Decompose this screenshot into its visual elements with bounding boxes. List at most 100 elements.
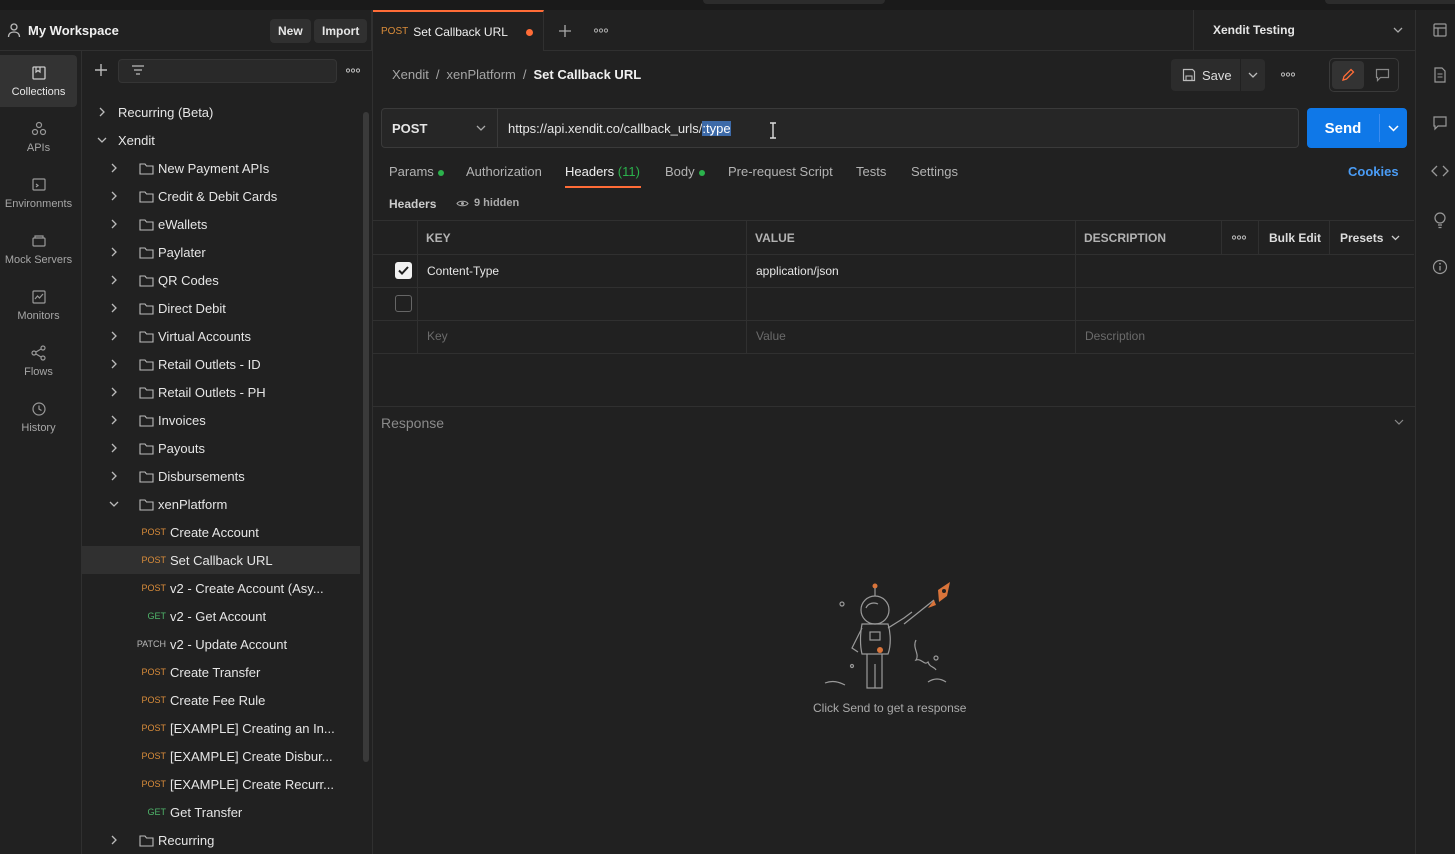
tree-folder-item[interactable]: Recurring [82,826,360,854]
new-description-input[interactable]: Description [1085,329,1145,343]
tab-authorization[interactable]: Authorization [466,164,542,179]
cookies-link[interactable]: Cookies [1348,164,1399,179]
rail-environments[interactable]: Environments [0,167,77,219]
chevron-right-icon[interactable] [109,415,119,425]
rail-history[interactable]: History [0,391,77,443]
chevron-right-icon[interactable] [109,303,119,313]
chevron-right-icon[interactable] [109,191,119,201]
tree-request-item[interactable]: GET Get Transfer [82,798,360,826]
chevron-right-icon[interactable] [109,359,119,369]
sidebar-divider[interactable] [372,10,373,854]
tree-folder-item[interactable]: Virtual Accounts [82,322,360,350]
method-select[interactable]: POST [382,109,498,147]
new-key-input[interactable]: Key [427,329,448,343]
filter-input[interactable] [118,59,337,83]
tree-folder-item[interactable]: xenPlatform [82,490,360,518]
tab-settings[interactable]: Settings [911,164,958,179]
response-divider[interactable] [373,406,1415,407]
tree-request-item[interactable]: POST [EXAMPLE] Create Recurr... [82,770,360,798]
tree-request-item[interactable]: GET v2 - Get Account [82,602,360,630]
tree-request-item[interactable]: PATCH v2 - Update Account [82,630,360,658]
tree-request-item[interactable]: POST [EXAMPLE] Creating an In... [82,714,360,742]
chevron-right-icon[interactable] [109,163,119,173]
breadcrumb-xenplatform[interactable]: xenPlatform [447,67,516,82]
tree-request-item[interactable]: POST Create Transfer [82,658,360,686]
row-1-key[interactable]: Content-Type [427,264,499,278]
chevron-right-icon[interactable] [109,471,119,481]
chevron-right-icon[interactable] [109,443,119,453]
chevron-right-icon[interactable] [109,219,119,229]
tree-folder-item[interactable]: Payouts [82,434,360,462]
chevron-right-icon[interactable] [97,107,107,117]
chevron-right-icon[interactable] [109,275,119,285]
send-button[interactable]: Send [1307,108,1379,148]
user-icon[interactable] [6,22,22,38]
tree-folder-item[interactable]: Invoices [82,406,360,434]
save-dropdown[interactable] [1241,59,1265,91]
send-dropdown[interactable] [1380,108,1407,148]
bulk-edit-button[interactable]: Bulk Edit [1269,231,1321,245]
tree-collection-item[interactable]: Xendit [82,126,360,154]
tree-request-item[interactable]: POST v2 - Create Account (Asy... [82,574,360,602]
tree-folder-item[interactable]: QR Codes [82,266,360,294]
rail-collections[interactable]: Collections [0,55,77,107]
tree-request-item[interactable]: POST [EXAMPLE] Create Disbur... [82,742,360,770]
row-1-checkbox[interactable] [395,262,412,279]
tree-folder-item[interactable]: Credit & Debit Cards [82,182,360,210]
documentation-icon[interactable] [1433,67,1447,83]
response-collapse-icon[interactable] [1394,419,1404,425]
tab-params[interactable]: Params [389,164,444,179]
code-icon[interactable] [1431,164,1449,178]
tree-request-item[interactable]: POST Set Callback URL [82,546,360,574]
tab-pre-request-script[interactable]: Pre-request Script [728,164,833,179]
rail-flows[interactable]: Flows [0,335,77,387]
tree-folder-item[interactable]: Retail Outlets - ID [82,350,360,378]
breadcrumb-current[interactable]: Set Callback URL [534,67,642,82]
request-more-icon[interactable] [1281,72,1295,77]
tree-folder-item[interactable]: eWallets [82,210,360,238]
row-1-value[interactable]: application/json [756,264,839,278]
tab-headers[interactable]: Headers (11) [565,164,640,179]
tree-folder-item[interactable]: Disbursements [82,462,360,490]
presets-dropdown[interactable]: Presets [1340,231,1400,245]
chevron-right-icon[interactable] [109,247,119,257]
comments-icon[interactable] [1432,115,1448,131]
tree-request-item[interactable]: POST Create Account [82,518,360,546]
rail-mock-servers[interactable]: Mock Servers [0,223,77,275]
tree-collection-item[interactable]: Recurring (Beta) [82,98,360,126]
comment-mode-button[interactable] [1366,61,1398,89]
chevron-right-icon[interactable] [109,331,119,341]
import-button[interactable]: Import [314,19,368,43]
new-button[interactable]: New [270,19,311,43]
tree-folder-item[interactable]: New Payment APIs [82,154,360,182]
row-2-checkbox[interactable] [395,295,412,312]
chevron-right-icon[interactable] [109,387,119,397]
save-button[interactable]: Save [1171,59,1240,91]
tree-folder-item[interactable]: Retail Outlets - PH [82,378,360,406]
breadcrumb-xendit[interactable]: Xendit [392,67,429,82]
lightbulb-icon[interactable] [1432,211,1448,229]
tab-set-callback-url[interactable]: POST Set Callback URL [373,10,544,51]
tree-folder-item[interactable]: Direct Debit [82,294,360,322]
sidebar-scrollbar[interactable] [363,112,369,762]
new-tab-icon[interactable] [558,24,572,38]
tabs-more-icon[interactable] [594,28,608,33]
tab-body[interactable]: Body [665,164,705,179]
tab-tests[interactable]: Tests [856,164,886,179]
chevron-down-icon[interactable] [109,499,119,509]
new-value-input[interactable]: Value [756,329,786,343]
hidden-headers-toggle[interactable]: 9 hidden [456,197,519,209]
environment-quicklook-icon[interactable] [1432,22,1448,38]
url-input[interactable]: https://api.xendit.co/callback_urls/:typ… [508,121,731,136]
workspace-title[interactable]: My Workspace [28,23,119,38]
environment-selector[interactable]: Xendit Testing [1193,10,1415,51]
edit-mode-button[interactable] [1332,61,1364,89]
rail-apis[interactable]: APIs [0,111,77,163]
chevron-right-icon[interactable] [109,835,119,845]
tree-request-item[interactable]: POST Create Fee Rule [82,686,360,714]
tree-folder-item[interactable]: Paylater [82,238,360,266]
info-icon[interactable] [1432,259,1448,275]
rail-monitors[interactable]: Monitors [0,279,77,331]
add-collection-icon[interactable] [94,63,108,77]
chevron-down-icon[interactable] [97,135,107,145]
